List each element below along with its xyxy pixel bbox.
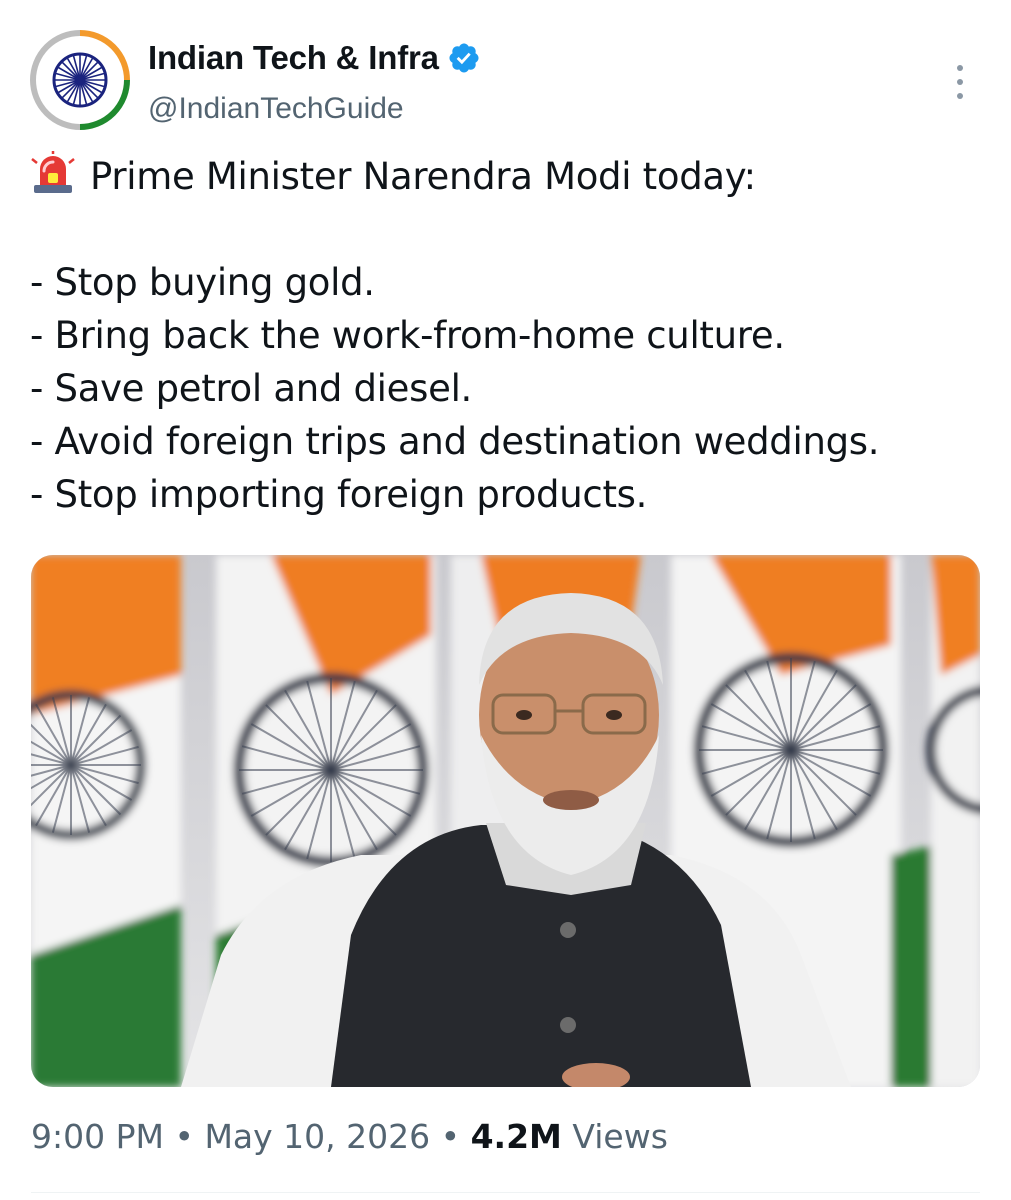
views-label: Views xyxy=(572,1117,668,1156)
verified-badge-icon xyxy=(449,43,479,73)
tweet-line: - Stop importing foreign products. xyxy=(30,473,648,516)
tweet-line: - Avoid foreign trips and destination we… xyxy=(30,420,880,463)
tweet-time[interactable]: 9:00 PM xyxy=(31,1117,164,1156)
headline-text: Prime Minister Narendra Modi today: xyxy=(90,155,756,198)
tweet-header: Indian Tech & Infra @IndianTechGuide xyxy=(30,30,980,130)
tweet-headline: Prime Minister Narendra Modi today: xyxy=(30,150,990,203)
avatar[interactable] xyxy=(30,30,130,130)
tweet-meta: 9:00 PM • May 10, 2026 • 4.2M Views xyxy=(31,1117,668,1156)
name-row[interactable]: Indian Tech & Infra xyxy=(148,38,481,78)
tweet-line: - Stop buying gold. xyxy=(30,261,375,304)
tweet-line: - Save petrol and diesel. xyxy=(30,367,473,410)
views-count[interactable]: 4.2M xyxy=(471,1117,562,1156)
account-handle[interactable]: @IndianTechGuide xyxy=(148,92,404,126)
divider xyxy=(31,1192,980,1193)
display-name[interactable]: Indian Tech & Infra xyxy=(148,39,439,77)
police-siren-emoji xyxy=(31,151,75,193)
photo-illustration xyxy=(31,555,980,1087)
meta-separator: • xyxy=(440,1117,461,1156)
meta-separator: • xyxy=(174,1117,194,1156)
tweet-line: - Bring back the work-from-home culture. xyxy=(30,314,785,357)
tweet-photo[interactable] xyxy=(31,555,980,1087)
more-options-icon[interactable] xyxy=(950,62,970,102)
tweet-text: Prime Minister Narendra Modi today: - St… xyxy=(30,150,990,521)
tweet-date[interactable]: May 10, 2026 xyxy=(204,1117,430,1156)
ashoka-chakra-avatar xyxy=(30,30,130,130)
